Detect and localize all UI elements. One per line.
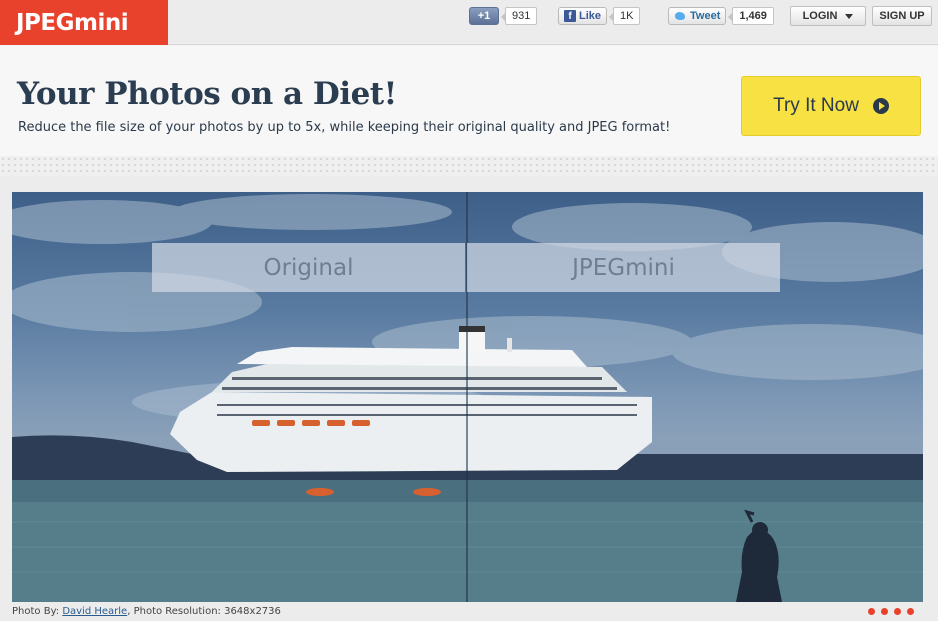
comparison-photo[interactable]: Original JPEGmini xyxy=(12,192,923,602)
page-title: Your Photos on a Diet! xyxy=(17,76,397,112)
try-it-now-button[interactable]: Try It Now xyxy=(741,76,921,136)
pager-dot[interactable] xyxy=(894,608,901,615)
photo-credit: Photo By: David Hearle, Photo Resolution… xyxy=(12,606,281,617)
gplus-label: +1 xyxy=(477,10,491,22)
credit-prefix: Photo By: xyxy=(12,606,63,617)
twitter-bird-icon xyxy=(674,11,687,21)
play-circle-icon xyxy=(872,98,889,114)
original-label: Original xyxy=(152,243,465,292)
try-it-now-label: Try It Now xyxy=(773,95,859,116)
facebook-icon: f xyxy=(564,10,576,22)
facebook-like-button[interactable]: f Like xyxy=(558,7,608,25)
login-button[interactable]: LOGIN xyxy=(790,6,866,26)
gplus-widget: +1 931 xyxy=(469,7,538,25)
credit-suffix: , Photo Resolution: 3648x2736 xyxy=(127,606,281,617)
tweet-label: Tweet xyxy=(690,10,721,22)
facebook-like-label: Like xyxy=(579,10,602,22)
credit-author-link[interactable]: David Hearle xyxy=(62,606,127,617)
slide-pager xyxy=(868,608,914,615)
jpegmini-label: JPEGmini xyxy=(467,243,780,292)
divider-pattern xyxy=(0,156,938,176)
page-subtitle: Reduce the file size of your photos by u… xyxy=(18,120,671,135)
top-bar: JPEGmini +1 931 f Like 1K Tweet 1,469 LO… xyxy=(0,0,938,45)
facebook-count: 1K xyxy=(608,7,641,25)
signup-button[interactable]: SIGN UP xyxy=(872,6,932,26)
tweet-button[interactable]: Tweet xyxy=(668,7,727,25)
logo[interactable]: JPEGmini xyxy=(0,0,168,45)
pager-dot[interactable] xyxy=(907,608,914,615)
twitter-widget: Tweet 1,469 xyxy=(668,7,774,25)
facebook-widget: f Like 1K xyxy=(558,7,641,25)
chevron-down-icon xyxy=(845,13,854,19)
tweet-count: 1,469 xyxy=(728,7,774,25)
gplus-count: 931 xyxy=(500,7,538,25)
login-label: LOGIN xyxy=(802,10,838,22)
gplus-button[interactable]: +1 xyxy=(469,7,499,25)
pager-dot[interactable] xyxy=(881,608,888,615)
logo-text: JPEGmini xyxy=(16,9,129,36)
pager-dot[interactable] xyxy=(868,608,875,615)
comparison-viewer: Original JPEGmini Photo By: David Hearle… xyxy=(0,176,938,621)
signup-label: SIGN UP xyxy=(879,10,925,22)
